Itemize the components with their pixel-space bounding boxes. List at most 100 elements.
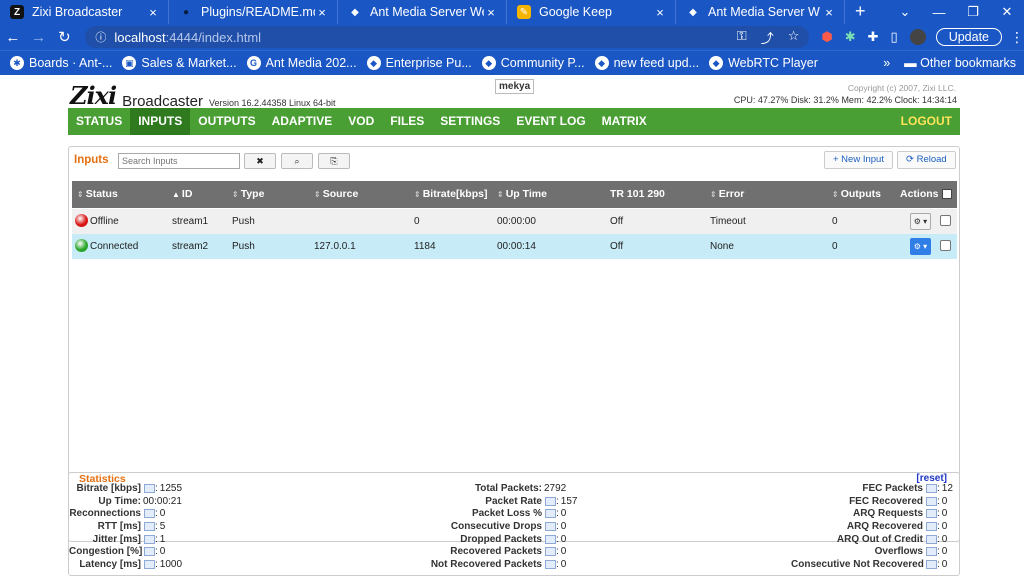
browser-tab[interactable]: Z Zixi Broadcaster × <box>0 0 169 24</box>
bookmark-item[interactable]: ◆ WebRTC Player <box>709 56 818 70</box>
tab-search-icon[interactable]: ⌄ <box>888 4 922 20</box>
url-path: :4444/index.html <box>165 29 262 45</box>
column-header-outputs[interactable]: ⇕ Outputs <box>832 181 881 208</box>
bookmark-item[interactable]: G Ant Media 202... <box>246 56 357 70</box>
stat-graph-icon[interactable] <box>926 560 937 570</box>
stat-graph-icon[interactable] <box>545 522 556 532</box>
menu-kebab-icon[interactable]: ⋮ <box>1010 29 1024 46</box>
stat-graph-icon[interactable] <box>926 509 937 519</box>
extension-shield-icon[interactable]: ⬢ <box>821 29 832 45</box>
forward-icon[interactable]: → <box>26 29 52 46</box>
close-window-icon[interactable]: ✕ <box>990 4 1024 20</box>
bookmark-item[interactable]: ◆ Enterprise Pu... <box>366 56 472 70</box>
browser-tab[interactable]: ◆ Ant Media Server Web × <box>338 0 507 24</box>
menu-matrix[interactable]: MATRIX <box>594 108 655 135</box>
stat-label: RTT [ms] <box>97 521 141 533</box>
reload-icon[interactable]: ↻ <box>52 28 78 46</box>
tab-close-icon[interactable]: × <box>315 5 329 20</box>
row-checkbox[interactable] <box>940 215 951 226</box>
url-bar[interactable]: ⓘ localhost:4444/index.html ⚿ ⤴ ☆ <box>85 26 810 48</box>
menu-event-log[interactable]: EVENT LOG <box>508 108 593 135</box>
bookmark-item[interactable]: ✱ Boards · Ant-... <box>10 56 112 70</box>
tab-close-icon[interactable]: × <box>822 5 836 20</box>
stat-graph-icon[interactable] <box>926 522 937 532</box>
stat-graph-icon[interactable] <box>926 496 937 506</box>
logout-button[interactable]: LOGOUT <box>893 108 960 135</box>
new-tab-icon[interactable]: + <box>845 0 876 24</box>
menu-vod[interactable]: VOD <box>340 108 382 135</box>
stat-separator: : <box>937 508 940 520</box>
clear-search-button[interactable]: ✖ <box>244 153 276 169</box>
stat-graph-icon[interactable] <box>926 534 937 544</box>
stat-graph-icon[interactable] <box>545 534 556 544</box>
stat-graph-icon[interactable] <box>144 534 155 544</box>
minimize-icon[interactable]: — <box>922 5 956 20</box>
stat-graph-icon[interactable] <box>545 509 556 519</box>
column-header-actions[interactable]: Actions <box>900 181 952 208</box>
tab-close-icon[interactable]: × <box>484 5 498 20</box>
menu-inputs[interactable]: INPUTS <box>130 108 191 135</box>
cell-tr: Off <box>610 209 623 234</box>
back-icon[interactable]: ← <box>0 29 26 46</box>
menu-status[interactable]: STATUS <box>68 108 130 135</box>
new-input-button[interactable]: + New Input <box>824 151 893 169</box>
bookmark-star-icon[interactable]: ☆ <box>788 28 800 47</box>
browser-tab[interactable]: ◆ Ant Media Server W × <box>676 0 845 24</box>
row-actions-gear-button[interactable]: ⚙ ▾ <box>910 213 931 230</box>
stat-graph-icon[interactable] <box>545 496 556 506</box>
profile-avatar[interactable] <box>909 29 926 45</box>
cell-tr: Off <box>610 234 623 259</box>
stat-graph-icon[interactable] <box>926 547 937 557</box>
key-icon[interactable]: ⚿ <box>737 28 747 47</box>
reload-button[interactable]: ⟳ Reload <box>897 151 956 169</box>
stat-graph-icon[interactable] <box>926 484 937 493</box>
restore-icon[interactable]: ❐ <box>956 4 990 20</box>
column-header-source[interactable]: ⇕ Source <box>314 181 358 208</box>
bookmark-item[interactable]: ▣ Sales & Market... <box>122 56 237 70</box>
update-button[interactable]: Update <box>935 28 1002 46</box>
table-row[interactable]: Offline stream1 Push 0 00:00:00 Off Timeout 0 ⚙ … <box>72 209 957 234</box>
share-icon[interactable]: ⤴ <box>761 28 774 47</box>
stat-label: Not Recovered Packets <box>430 559 542 571</box>
extensions-puzzle-icon[interactable]: ✚ <box>868 29 879 45</box>
menu-outputs[interactable]: OUTPUTS <box>190 108 263 135</box>
stat-row: Packet Loss %:0 <box>429 508 577 521</box>
bookmark-item[interactable]: ◆ new feed upd... <box>594 56 699 70</box>
menu-adaptive[interactable]: ADAPTIVE <box>264 108 341 135</box>
row-checkbox[interactable] <box>940 240 951 251</box>
stat-graph-icon[interactable] <box>144 484 155 493</box>
column-header-tr-101-290[interactable]: TR 101 290 <box>610 181 665 208</box>
tab-close-icon[interactable]: × <box>653 5 667 20</box>
site-info-icon[interactable]: ⓘ <box>95 29 106 45</box>
menu-settings[interactable]: SETTINGS <box>432 108 508 135</box>
column-header-type[interactable]: ⇕ Type <box>232 181 264 208</box>
select-all-checkbox[interactable] <box>941 189 952 200</box>
stat-graph-icon[interactable] <box>144 509 155 519</box>
stat-graph-icon[interactable] <box>144 560 155 570</box>
other-bookmarks[interactable]: ▬ Other bookmarks <box>904 56 1016 70</box>
stat-label: Bitrate [kbps] <box>76 483 141 494</box>
column-header-id[interactable]: ▲ ID <box>172 181 192 208</box>
stat-graph-icon[interactable] <box>144 522 155 532</box>
more-bookmarks-icon[interactable]: » <box>883 56 890 70</box>
bookmark-item[interactable]: ◆ Community P... <box>481 56 585 70</box>
tab-close-icon[interactable]: × <box>146 5 160 20</box>
row-actions-gear-button[interactable]: ⚙ ▾ <box>910 238 931 255</box>
stat-graph-icon[interactable] <box>545 560 556 570</box>
extension-asterisk-icon[interactable]: ✱ <box>845 29 856 45</box>
search-input[interactable] <box>118 153 240 169</box>
browser-tab[interactable]: ● Plugins/README.md × <box>169 0 338 24</box>
column-header-up-time[interactable]: ⇕ Up Time <box>497 181 547 208</box>
stat-graph-icon[interactable] <box>545 547 556 557</box>
side-panel-icon[interactable]: ▯ <box>891 29 898 45</box>
cell-value: 127.0.0.1 <box>314 241 356 252</box>
column-header-bitrate-kbps[interactable]: ⇕ Bitrate[kbps] <box>414 181 487 208</box>
menu-files[interactable]: FILES <box>382 108 432 135</box>
browser-tab[interactable]: ✎ Google Keep × <box>507 0 676 24</box>
column-header-error[interactable]: ⇕ Error <box>710 181 744 208</box>
table-row[interactable]: Connected stream2 Push 127.0.0.1 1184 00:00:1… <box>72 234 957 259</box>
search-button[interactable]: ⌕ <box>281 153 313 169</box>
stat-graph-icon[interactable] <box>144 547 155 557</box>
column-header-status[interactable]: ⇕ Status <box>77 181 118 208</box>
copy-button[interactable]: ⎘ <box>318 153 350 169</box>
